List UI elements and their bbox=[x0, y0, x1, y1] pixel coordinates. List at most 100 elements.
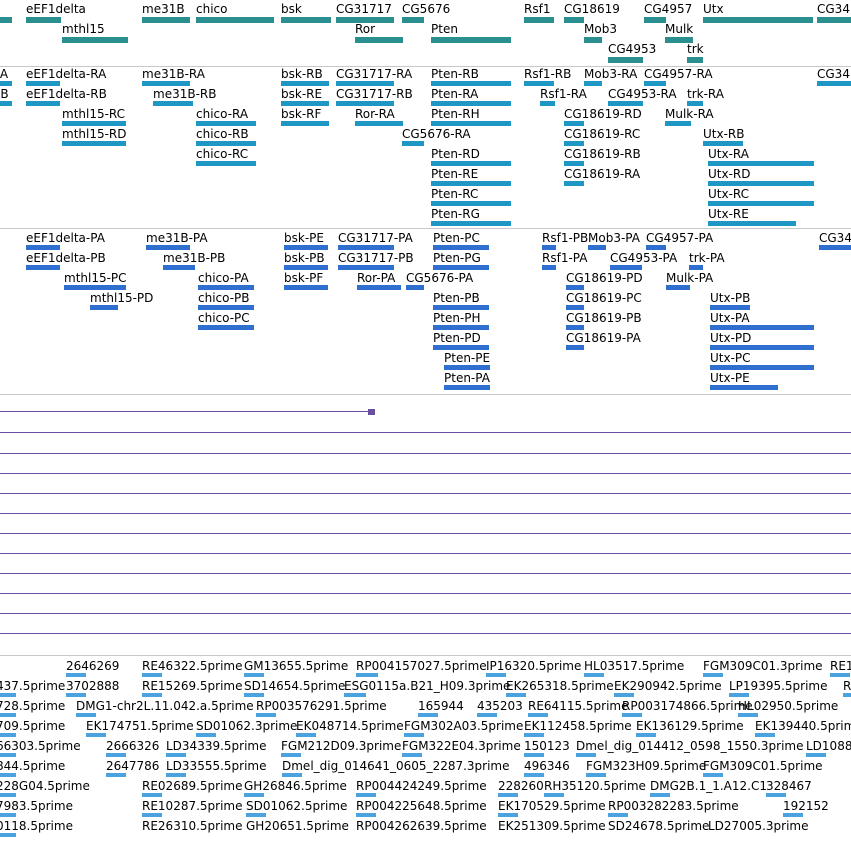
transcript-bar bbox=[665, 121, 691, 126]
protein-label: CG31717-PA bbox=[338, 231, 413, 245]
protein-label: Utx-PE bbox=[710, 371, 750, 385]
est-bar bbox=[76, 713, 96, 717]
est-label: LD33555.5prime bbox=[166, 759, 267, 773]
transcript-bar bbox=[708, 221, 796, 226]
est-label: EK170529.5prime bbox=[498, 799, 606, 813]
est-bar bbox=[356, 813, 376, 817]
transcript-bar bbox=[608, 101, 643, 106]
est-label: IP16320.5prime bbox=[486, 659, 582, 673]
gene-bar bbox=[62, 37, 128, 43]
transcript-label: Mulk-RA bbox=[665, 107, 714, 121]
transcript-bar bbox=[0, 101, 12, 106]
est-bar bbox=[246, 813, 266, 817]
transcript-bar bbox=[524, 81, 554, 86]
est-label: RE15269.5prime bbox=[142, 679, 243, 693]
est-label: LD27005.3prime bbox=[708, 819, 809, 833]
signal-line bbox=[0, 453, 851, 454]
est-bar bbox=[703, 773, 723, 777]
transcript-label: Pten-RE bbox=[431, 167, 479, 181]
transcript-label: CG18619-RC bbox=[564, 127, 641, 141]
est-label: RE26310.5prime bbox=[142, 819, 243, 833]
transcript-bar bbox=[62, 141, 126, 146]
est-bar bbox=[524, 733, 544, 737]
gene-label: Mob3 bbox=[584, 22, 617, 36]
gene-label: bsk bbox=[281, 2, 302, 16]
transcript-label: Utx-RA bbox=[708, 147, 749, 161]
protein-bar bbox=[146, 245, 190, 250]
gene-bar bbox=[142, 17, 190, 23]
est-label: SD14654.5prime bbox=[244, 679, 346, 693]
protein-label: chico-PC bbox=[198, 311, 250, 325]
est-bar bbox=[142, 793, 162, 797]
protein-label: Pten-PE bbox=[444, 351, 491, 365]
gene-bar-left-edge bbox=[0, 17, 12, 23]
est-label: EK139440.5prime bbox=[755, 719, 851, 733]
protein-bar bbox=[542, 245, 556, 250]
gene-bar bbox=[431, 37, 511, 43]
est-label: 2646269 bbox=[66, 659, 120, 673]
protein-label: Pten-PB bbox=[433, 291, 480, 305]
protein-label: Pten-PD bbox=[433, 331, 481, 345]
gene-track: eEF1delta me31B chico bsk CG31717 CG5676… bbox=[0, 0, 851, 66]
transcript-label: Pten-RC bbox=[431, 187, 479, 201]
est-label: FGM302A03.5prime bbox=[404, 719, 524, 733]
transcript-bar bbox=[431, 81, 511, 86]
signal-line bbox=[0, 513, 851, 514]
protein-bar bbox=[646, 245, 666, 250]
protein-bar bbox=[710, 365, 814, 370]
est-bar bbox=[296, 733, 316, 737]
est-track: 2646269 RE46322.5prime GM13655.5prime RP… bbox=[0, 657, 851, 842]
est-bar bbox=[142, 673, 162, 677]
transcript-bar bbox=[708, 201, 814, 206]
protein-bar bbox=[26, 245, 60, 250]
est-label: LD1088 bbox=[806, 739, 851, 753]
protein-label: CG18619-PC bbox=[566, 291, 642, 305]
est-label: LD34339.5prime bbox=[166, 739, 267, 753]
est-label: EK174751.5prime bbox=[86, 719, 194, 733]
signal-line bbox=[0, 633, 851, 634]
est-label: Dmel_dig_014412_0598_1550.3prime bbox=[576, 739, 804, 753]
est-bar bbox=[636, 733, 656, 737]
est-label: 3702888 bbox=[66, 679, 120, 693]
est-label: RP003174866.5prime bbox=[622, 699, 753, 713]
transcript-label: eEF1delta-RA bbox=[26, 67, 107, 81]
transcript-label: bsk-RE bbox=[281, 87, 323, 101]
est-label: 435203 bbox=[477, 699, 523, 713]
transcript-bar bbox=[564, 121, 584, 126]
est-label: 728.5prime bbox=[0, 699, 66, 713]
est-label: GH20651.5prime bbox=[246, 819, 349, 833]
est-label: 0118.5prime bbox=[0, 819, 73, 833]
est-label: HL02950.5prime bbox=[738, 699, 839, 713]
protein-bar bbox=[610, 265, 642, 270]
track-separator bbox=[0, 655, 851, 656]
est-bar bbox=[0, 773, 16, 777]
est-bar bbox=[524, 773, 544, 777]
est-bar bbox=[0, 753, 16, 757]
gene-bar bbox=[644, 17, 666, 23]
gene-label: Ror bbox=[355, 22, 376, 36]
est-label: RP004262639.5prime bbox=[356, 819, 487, 833]
est-bar bbox=[738, 713, 758, 717]
transcript-bar bbox=[26, 101, 60, 106]
protein-bar bbox=[26, 265, 60, 270]
transcript-bar bbox=[817, 81, 851, 86]
est-bar bbox=[506, 693, 526, 697]
protein-bar bbox=[819, 245, 851, 250]
protein-bar bbox=[406, 285, 424, 290]
est-bar bbox=[586, 773, 606, 777]
transcript-bar bbox=[564, 141, 584, 146]
transcript-label: Rsf1-RA bbox=[540, 87, 587, 101]
est-bar bbox=[402, 753, 422, 757]
signal-track bbox=[0, 395, 851, 655]
transcript-label: CG18619-RA bbox=[564, 167, 641, 181]
est-bar bbox=[477, 713, 497, 717]
protein-track: eEF1delta-PA me31B-PA bsk-PE CG31717-PA … bbox=[0, 229, 851, 393]
gene-label: CG5676 bbox=[402, 2, 451, 16]
protein-bar bbox=[198, 325, 254, 330]
est-label: 165944 bbox=[418, 699, 464, 713]
est-label: 2647786 bbox=[106, 759, 160, 773]
transcript-label: CG34 bbox=[817, 67, 850, 81]
signal-end-marker[interactable] bbox=[368, 409, 375, 415]
est-label: 228260 bbox=[498, 779, 544, 793]
transcript-label: me31B-RA bbox=[142, 67, 205, 81]
